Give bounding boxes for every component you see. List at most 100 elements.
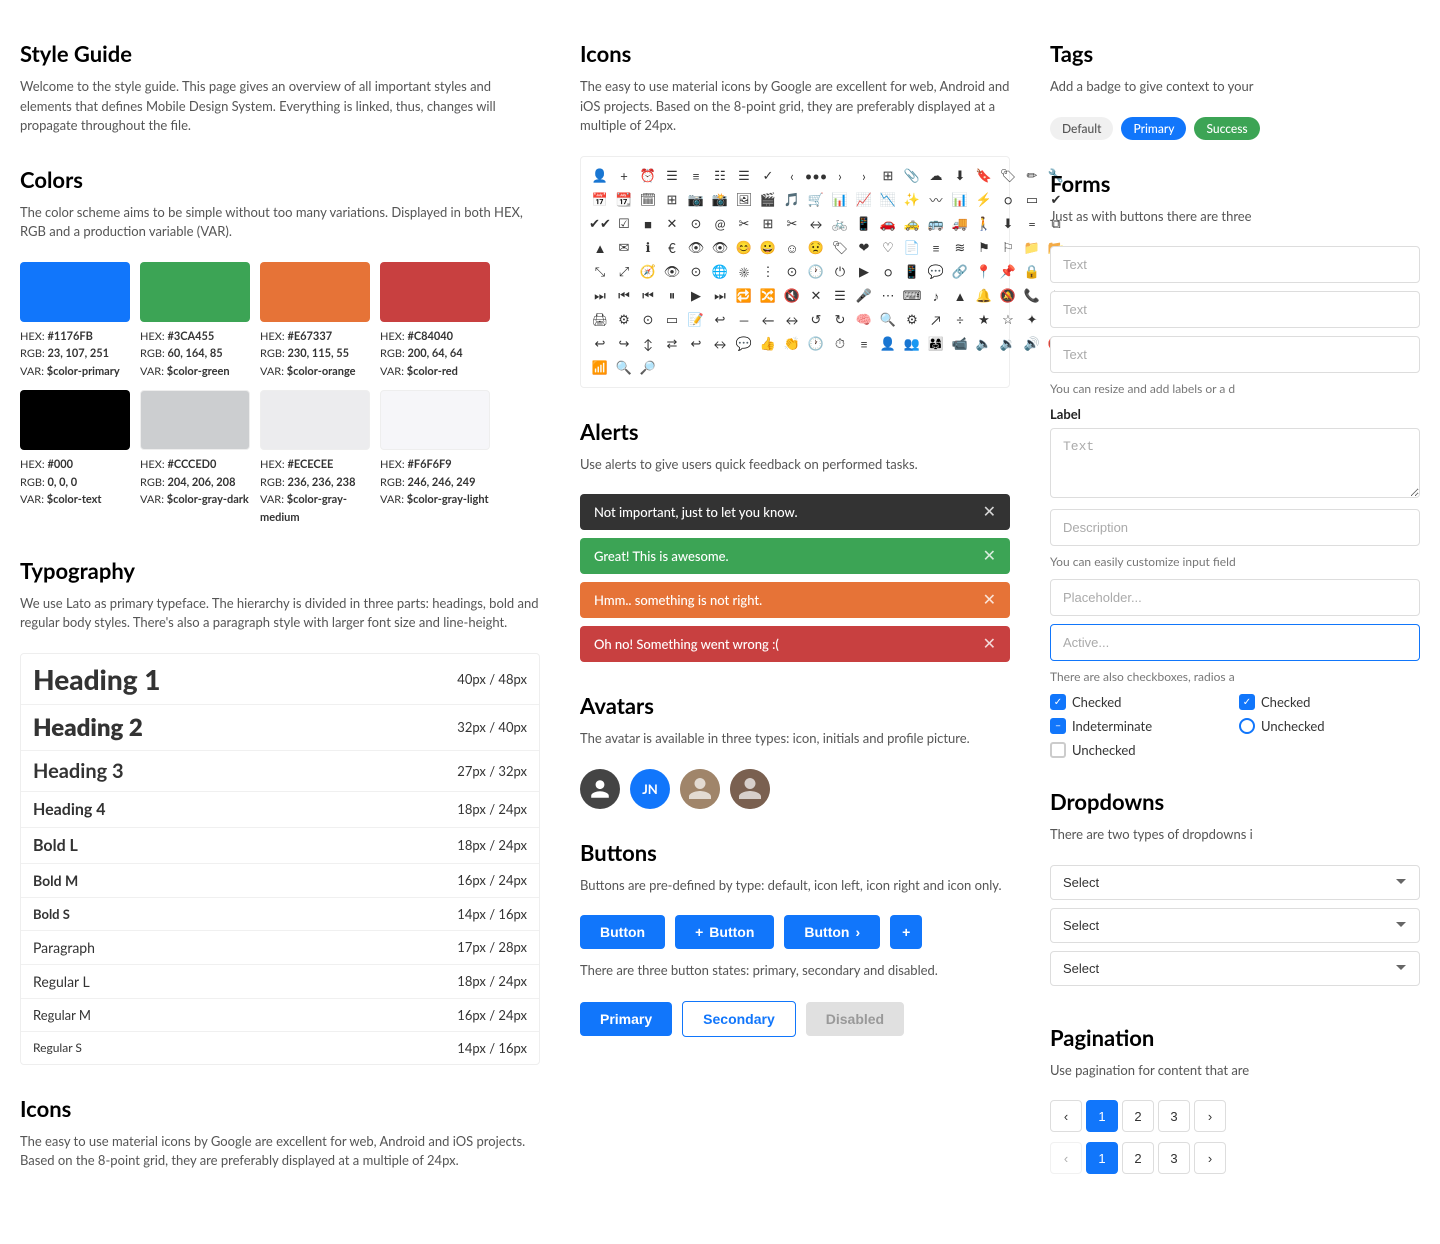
button-secondary-state[interactable]: Secondary	[682, 1001, 796, 1037]
tag-success: Success	[1194, 117, 1259, 140]
pagination-next-2[interactable]: ›	[1194, 1142, 1226, 1174]
icon-wave: 〰	[925, 189, 947, 211]
typo-label-para: Paragraph	[33, 939, 95, 956]
icon-align-right: ☷	[709, 165, 731, 187]
typo-size-reg-m: 16px / 24px	[457, 1007, 527, 1023]
form-description-field[interactable]	[1050, 509, 1420, 546]
plus-icon-only: +	[902, 924, 910, 940]
color-info-red: HEX: #C84040RGB: 200, 64, 64VAR: $color-…	[380, 328, 490, 381]
icon-music2: ♪	[925, 285, 947, 307]
icon-dots: ⋮	[757, 261, 779, 283]
typo-size-bold-l: 18px / 24px	[457, 837, 527, 853]
alerts-desc: Use alerts to give users quick feedback …	[580, 455, 1010, 475]
pagination-prev-1[interactable]: ‹	[1050, 1100, 1082, 1132]
form-textarea[interactable]	[1050, 428, 1420, 498]
icon-vol2: 🔉	[997, 333, 1019, 355]
radio-unchecked: Unchecked	[1239, 718, 1420, 734]
alert-orange-text: Hmm.. something is not right.	[594, 592, 762, 608]
icon-table: ⊞	[661, 189, 683, 211]
icon-zoomin: 🔎	[637, 357, 659, 379]
icon-dash: —	[733, 309, 755, 331]
radio-label-unchecked: Unchecked	[1261, 718, 1325, 734]
icon-circle3: ○	[877, 261, 899, 283]
color-info-gray-medium: HEX: #ECECEERGB: 236, 236, 238VAR: $colo…	[260, 456, 370, 526]
icon-pie-chart: 📈	[853, 189, 875, 211]
checkbox-icon-checked-blue[interactable]: ✓	[1050, 694, 1066, 710]
icon-expand: ⤢	[613, 261, 635, 283]
icon-vol: 🔈	[973, 333, 995, 355]
typo-label-reg-s: Regular S	[33, 1040, 82, 1055]
typo-row-h3: Heading 3 27px / 32px	[21, 751, 539, 792]
avatars-title: Avatars	[580, 692, 1010, 719]
color-box-gray-medium	[260, 390, 370, 450]
checkbox-checked-blue: ✓ Checked	[1050, 694, 1231, 710]
alert-orange-close[interactable]: ✕	[983, 592, 996, 608]
checkbox-icon-indeterminate[interactable]: −	[1050, 718, 1066, 734]
form-input-1[interactable]	[1050, 246, 1420, 283]
icon-grid4: ⊞	[757, 213, 779, 235]
typo-label-bold-m: Bold M	[33, 872, 78, 889]
icon-bell: 🔔	[973, 285, 995, 307]
icon-redo: ↪	[613, 333, 635, 355]
pagination-page-2-1[interactable]: 1	[1086, 1142, 1118, 1174]
icon-arrows: ↔	[781, 309, 803, 331]
pagination-page-2-2[interactable]: 2	[1122, 1142, 1154, 1174]
typo-row-h1: Heading 1 40px / 48px	[21, 654, 539, 705]
icon-power2: ⚙	[613, 309, 635, 331]
icon-circle2: ⊙	[685, 261, 707, 283]
icon-note: 📝	[685, 309, 707, 331]
forms-input-desc: You can easily customize input field	[1050, 554, 1420, 569]
pagination-page-3[interactable]: 3	[1158, 1100, 1190, 1132]
button-default[interactable]: Button	[580, 915, 665, 949]
icon-bookmark: 🔖	[973, 165, 995, 187]
typo-size-h4: 18px / 24px	[457, 801, 527, 817]
radio-icon-unchecked[interactable]	[1239, 718, 1255, 734]
buttons-desc: Buttons are pre-defined by type: default…	[580, 876, 1010, 896]
alert-dark-close[interactable]: ✕	[983, 504, 996, 520]
button-icon-right[interactable]: Button ›	[784, 915, 880, 949]
icon-at: @	[709, 213, 731, 235]
button-icon-only[interactable]: +	[890, 915, 922, 949]
checkbox-icon-checked-dark[interactable]: ✓	[1239, 694, 1255, 710]
icon-video2: 📹	[949, 333, 971, 355]
icon-back: ↩	[685, 333, 707, 355]
pagination-page-1[interactable]: 1	[1086, 1100, 1118, 1132]
checkbox-label-checked-blue: Checked	[1072, 694, 1121, 710]
dropdown-1[interactable]: Select	[1050, 865, 1420, 900]
icon-more: •••	[805, 165, 827, 187]
icon-smiley: ☺	[781, 237, 803, 259]
pagination-prev-2[interactable]: ‹	[1050, 1142, 1082, 1174]
dropdown-2[interactable]: Select	[1050, 908, 1420, 943]
icon-doc: 📄	[901, 237, 923, 259]
icon-sparkle: ✨	[901, 189, 923, 211]
buttons-states-desc: There are three button states: primary, …	[580, 961, 1010, 981]
icon-eye: 👁	[685, 237, 707, 259]
icon-emoji: 😀	[757, 237, 779, 259]
icon-cloud: ☁	[925, 165, 947, 187]
icon-mail: ✉	[613, 237, 635, 259]
icon-calendar2: 📆	[613, 189, 635, 211]
color-info-gray-light: HEX: #F6F6F9RGB: 246, 246, 249VAR: $colo…	[380, 456, 490, 509]
avatars-desc: The avatar is available in three types: …	[580, 729, 1010, 749]
checkbox-icon-unchecked[interactable]	[1050, 742, 1066, 758]
tags-title: Tags	[1050, 40, 1420, 67]
form-input-3[interactable]	[1050, 336, 1420, 373]
form-input-2[interactable]	[1050, 291, 1420, 328]
pagination-page-2-3[interactable]: 3	[1158, 1142, 1190, 1174]
form-placeholder-input[interactable]	[1050, 579, 1420, 616]
icon-vol-off: 🔇	[781, 285, 803, 307]
typo-row-para: Paragraph 17px / 28px	[21, 931, 539, 965]
color-box-text	[20, 390, 130, 450]
alert-red-close[interactable]: ✕	[983, 636, 996, 652]
button-icon-left[interactable]: + Button	[675, 915, 774, 949]
pagination-next-1[interactable]: ›	[1194, 1100, 1226, 1132]
button-primary-state[interactable]: Primary	[580, 1002, 672, 1036]
dropdown-3[interactable]: Select	[1050, 951, 1420, 986]
form-active-input[interactable]	[1050, 624, 1420, 661]
alert-green-close[interactable]: ✕	[983, 548, 996, 564]
icon-keyboard: ⌨	[901, 285, 923, 307]
icon-clock2: ⏱	[829, 333, 851, 355]
color-swatch-gray-dark: HEX: #CCCED0RGB: 204, 206, 208VAR: $colo…	[140, 390, 250, 526]
pagination-page-2[interactable]: 2	[1122, 1100, 1154, 1132]
tags-row: Default Primary Success	[1050, 117, 1420, 140]
